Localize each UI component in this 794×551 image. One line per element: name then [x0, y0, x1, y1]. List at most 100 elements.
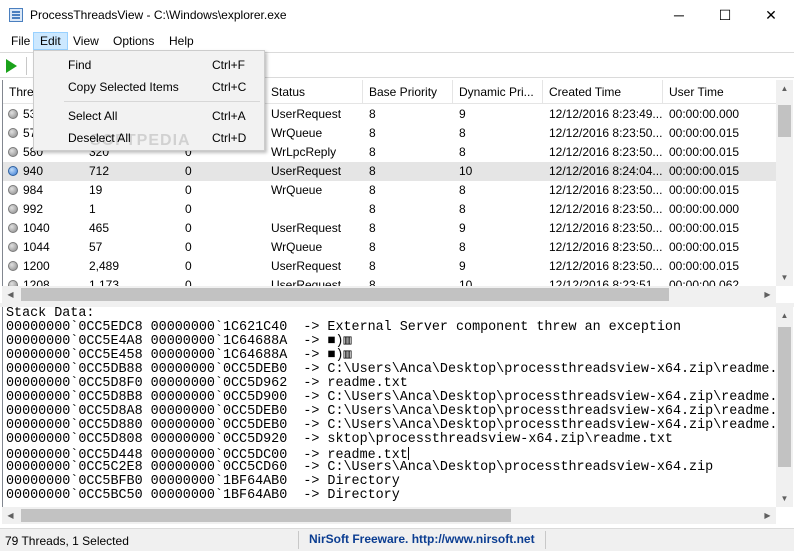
stack-line: 00000000`0CC5C2E8 00000000`0CC5CD60 -> C… [6, 460, 714, 475]
table-cell: 00:00:00.015 [669, 183, 740, 197]
column-header[interactable]: User Time [663, 80, 776, 104]
stack-data-heading: Stack Data: [6, 307, 95, 321]
table-cell: 8 [459, 145, 466, 159]
menu-item-copy-selected-items[interactable]: Copy Selected Items Ctrl+C [36, 76, 262, 98]
table-cell: 1044 [23, 240, 50, 254]
menu-item-select-all[interactable]: Select All Ctrl+A [36, 105, 262, 127]
menu-edit[interactable]: Edit [33, 32, 68, 50]
table-row[interactable]: 940 712 0 UserRequest 8 10 12/12/2016 8:24:04.… [3, 162, 776, 181]
table-cell: 8 [369, 183, 376, 197]
column-header[interactable]: Status [265, 80, 363, 104]
minimize-button[interactable]: ─ [656, 0, 702, 30]
table-cell: 9 [459, 107, 466, 121]
status-divider [545, 531, 546, 549]
table-row[interactable]: 1040 465 0 UserRequest 8 9 12/12/2016 8:23:50.… [3, 219, 776, 238]
toolbar-separator [26, 57, 27, 75]
window-title: ProcessThreadsView - C:\Windows\explorer… [30, 8, 287, 22]
thread-list-horizontal-scrollbar[interactable]: ◀ ▶ [2, 286, 776, 303]
table-cell: 12/12/2016 8:23:50... [549, 145, 663, 159]
table-cell: 8 [369, 278, 376, 286]
table-row[interactable]: 1200 2,489 0 UserRequest 8 9 12/12/2016 8:23:5… [3, 257, 776, 276]
thread-list-vertical-scrollbar[interactable]: ▲ ▼ [776, 80, 793, 286]
close-button[interactable]: ✕ [748, 0, 794, 30]
table-cell: 1040 [23, 221, 50, 235]
menu-options[interactable]: Options [107, 32, 160, 50]
menu-item-label: Select All [68, 109, 118, 123]
table-cell: 1,173 [89, 278, 120, 286]
scroll-left-icon[interactable]: ◀ [2, 507, 19, 524]
stack-line: 00000000`0CC5D448 00000000`0CC5DC00 -> r… [6, 447, 409, 463]
menu-item-label: Copy Selected Items [68, 80, 179, 94]
scroll-thumb[interactable] [21, 288, 669, 301]
stack-line: 00000000`0CC5D880 00000000`0CC5DEB0 -> C… [6, 418, 776, 433]
table-cell: 8 [369, 164, 376, 178]
table-cell: 12/12/2016 8:23:50... [549, 221, 663, 235]
stack-line: 00000000`0CC5D8F0 00000000`0CC5D962 -> r… [6, 376, 408, 391]
menu-item-shortcut: Ctrl+A [212, 109, 246, 123]
table-cell: 8 [459, 183, 466, 197]
scroll-down-icon[interactable]: ▼ [776, 269, 793, 286]
stack-line: 00000000`0CC5EDC8 00000000`1C621C40 -> E… [6, 320, 681, 335]
table-row[interactable]: 1208 1,173 0 UserRequest 8 10 12/12/2016 8:23:… [3, 276, 776, 286]
text-caret [407, 447, 409, 460]
scroll-thumb[interactable] [21, 509, 511, 522]
table-cell: 00:00:00.000 [669, 202, 740, 216]
scroll-right-icon[interactable]: ▶ [759, 507, 776, 524]
menu-file[interactable]: File [5, 32, 36, 50]
menu-view[interactable]: View [67, 32, 105, 50]
table-cell: 940 [23, 164, 44, 178]
table-row[interactable]: 1044 57 0 WrQueue 8 8 12/12/2016 8:23:50... 00:… [3, 238, 776, 257]
table-cell: 00:00:00.015 [669, 240, 740, 254]
menu-item-shortcut: Ctrl+D [212, 131, 247, 145]
scroll-up-icon[interactable]: ▲ [776, 80, 793, 97]
menu-separator [64, 101, 260, 102]
table-cell: 00:00:00.000 [669, 107, 740, 121]
column-header[interactable]: Base Priority [363, 80, 453, 104]
table-cell: 0 [185, 278, 192, 286]
table-cell: UserRequest [271, 164, 342, 178]
maximize-button[interactable]: ☐ [702, 0, 748, 30]
status-divider [298, 531, 299, 549]
table-cell: 8 [369, 145, 376, 159]
table-cell: 8 [459, 202, 466, 216]
menu-help[interactable]: Help [163, 32, 200, 50]
table-row[interactable]: 984 19 0 WrQueue 8 8 12/12/2016 8:23:50... 00:0… [3, 181, 776, 200]
table-cell: UserRequest [271, 107, 342, 121]
menu-item-deselect-all[interactable]: Deselect All Ctrl+D [36, 127, 262, 149]
table-cell: 8 [369, 240, 376, 254]
stack-line: 00000000`0CC5BC50 00000000`1BF64AB0 -> D… [6, 488, 400, 503]
menu-item-label: Deselect All [68, 131, 131, 145]
menu-item-find[interactable]: Find Ctrl+F [36, 54, 262, 76]
scroll-up-icon[interactable]: ▲ [776, 307, 793, 324]
stack-data-pane[interactable]: Stack Data: 00000000`0CC5EDC8 00000000`1C… [2, 307, 776, 507]
column-header[interactable]: Created Time [543, 80, 663, 104]
table-cell: 0 [185, 164, 192, 178]
stack-pane-vertical-scrollbar[interactable]: ▲ ▼ [776, 307, 793, 507]
stack-line: 00000000`0CC5E458 00000000`1C64688A -> ■… [6, 348, 352, 363]
scroll-thumb[interactable] [778, 327, 791, 467]
table-cell: 8 [369, 202, 376, 216]
table-cell: 12/12/2016 8:23:50... [549, 240, 663, 254]
table-cell: 57 [89, 240, 103, 254]
title-bar: ProcessThreadsView - C:\Windows\explorer… [0, 0, 794, 30]
stack-pane-horizontal-scrollbar[interactable]: ◀ ▶ [2, 507, 776, 524]
scroll-thumb[interactable] [778, 105, 791, 137]
table-row[interactable]: 992 1 0 8 8 12/12/2016 8:23:50... 00:00:00.000 [3, 200, 776, 219]
table-cell: 9 [459, 221, 466, 235]
scroll-right-icon[interactable]: ▶ [759, 286, 776, 303]
scroll-down-icon[interactable]: ▼ [776, 490, 793, 507]
table-cell: 00:00:00.015 [669, 221, 740, 235]
table-cell: 12/12/2016 8:23:51... [549, 278, 663, 286]
play-icon[interactable] [6, 59, 17, 73]
table-cell: 1208 [23, 278, 50, 286]
table-cell: WrQueue [271, 126, 323, 140]
scroll-left-icon[interactable]: ◀ [2, 286, 19, 303]
nirsoft-link[interactable]: NirSoft Freeware. http://www.nirsoft.net [309, 532, 535, 546]
stack-line: 00000000`0CC5D8B8 00000000`0CC5D900 -> C… [6, 390, 776, 405]
table-cell: WrLpcReply [271, 145, 337, 159]
column-header[interactable]: Dynamic Pri... [453, 80, 543, 104]
table-cell: UserRequest [271, 278, 342, 286]
table-cell: 712 [89, 164, 110, 178]
table-cell: 10 [459, 278, 473, 286]
table-cell: 00:00:00.062 [669, 278, 740, 286]
